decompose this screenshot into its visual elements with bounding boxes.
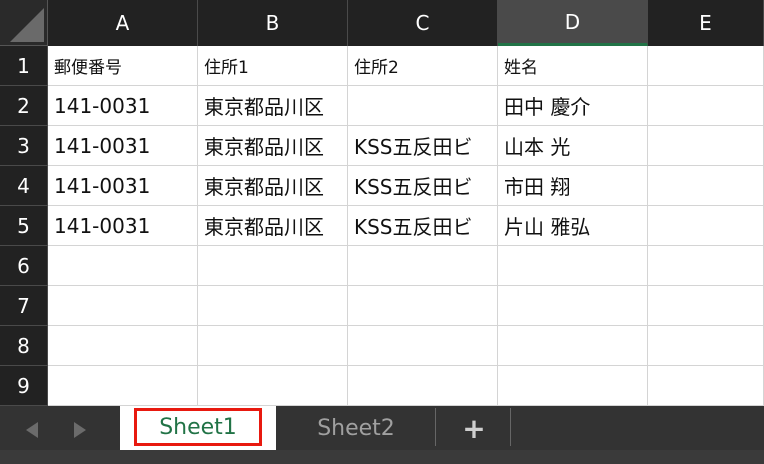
cell-a4[interactable]: 141-0031 — [48, 166, 198, 206]
cell-c3[interactable]: KSS五反田ビ — [348, 126, 498, 166]
cell-b2[interactable]: 東京都品川区 — [198, 86, 348, 126]
cell-e6[interactable] — [648, 246, 764, 286]
sheet-tab-bar: Sheet1 Sheet2 + — [0, 406, 764, 450]
cell-e2[interactable] — [648, 86, 764, 126]
cell-d3[interactable]: 山本 光 — [498, 126, 648, 166]
add-sheet-button[interactable]: + — [438, 406, 510, 450]
cell-b3[interactable]: 東京都品川区 — [198, 126, 348, 166]
cell-d1[interactable]: 姓名 — [498, 46, 648, 86]
cell-c7[interactable] — [348, 286, 498, 326]
tab-sheet2[interactable]: Sheet2 — [277, 406, 435, 450]
tab-sheet1[interactable]: Sheet1 — [120, 406, 276, 450]
cell-a7[interactable] — [48, 286, 198, 326]
cell-e9[interactable] — [648, 366, 764, 406]
column-header-e[interactable]: E — [648, 0, 764, 46]
row-header-5[interactable]: 5 — [0, 206, 48, 246]
column-header-a[interactable]: A — [48, 0, 198, 46]
cell-e7[interactable] — [648, 286, 764, 326]
tab-sheet1-label: Sheet1 — [134, 408, 262, 446]
cell-e1[interactable] — [648, 46, 764, 86]
scroll-tabs-right-icon[interactable] — [74, 422, 86, 438]
cell-d5[interactable]: 片山 雅弘 — [498, 206, 648, 246]
cell-a1[interactable]: 郵便番号 — [48, 46, 198, 86]
cell-d4[interactable]: 市田 翔 — [498, 166, 648, 206]
cell-c5[interactable]: KSS五反田ビ — [348, 206, 498, 246]
cell-a8[interactable] — [48, 326, 198, 366]
cell-c1[interactable]: 住所2 — [348, 46, 498, 86]
cell-b8[interactable] — [198, 326, 348, 366]
cell-b9[interactable] — [198, 366, 348, 406]
cell-c4[interactable]: KSS五反田ビ — [348, 166, 498, 206]
select-all-corner[interactable] — [0, 0, 48, 46]
row-header-1[interactable]: 1 — [0, 46, 48, 86]
status-strip — [0, 450, 764, 464]
row-header-2[interactable]: 2 — [0, 86, 48, 126]
row-header-8[interactable]: 8 — [0, 326, 48, 366]
cell-b7[interactable] — [198, 286, 348, 326]
cell-d8[interactable] — [498, 326, 648, 366]
cell-c9[interactable] — [348, 366, 498, 406]
cell-b6[interactable] — [198, 246, 348, 286]
cell-c8[interactable] — [348, 326, 498, 366]
cell-a6[interactable] — [48, 246, 198, 286]
cell-d7[interactable] — [498, 286, 648, 326]
row-header-7[interactable]: 7 — [0, 286, 48, 326]
cell-d6[interactable] — [498, 246, 648, 286]
cell-d2[interactable]: 田中 慶介 — [498, 86, 648, 126]
cell-a9[interactable] — [48, 366, 198, 406]
cell-e4[interactable] — [648, 166, 764, 206]
cell-e5[interactable] — [648, 206, 764, 246]
scroll-tabs-left-icon[interactable] — [26, 422, 38, 438]
cell-a5[interactable]: 141-0031 — [48, 206, 198, 246]
cell-b1[interactable]: 住所1 — [198, 46, 348, 86]
column-header-b[interactable]: B — [198, 0, 348, 46]
cell-c2[interactable] — [348, 86, 498, 126]
tab-divider — [510, 408, 511, 446]
cell-e8[interactable] — [648, 326, 764, 366]
cell-a3[interactable]: 141-0031 — [48, 126, 198, 166]
cell-e3[interactable] — [648, 126, 764, 166]
row-header-9[interactable]: 9 — [0, 366, 48, 406]
cell-b5[interactable]: 東京都品川区 — [198, 206, 348, 246]
row-header-3[interactable]: 3 — [0, 126, 48, 166]
spreadsheet-grid: ABCDE 1 郵便番号 住所1 住所2 姓名 2 141-0031 東京都品川区 田中 慶介 3… — [0, 0, 764, 406]
column-header-c[interactable]: C — [348, 0, 498, 46]
cell-c6[interactable] — [348, 246, 498, 286]
select-all-triangle-icon — [10, 8, 44, 42]
cell-b4[interactable]: 東京都品川区 — [198, 166, 348, 206]
row-header-4[interactable]: 4 — [0, 166, 48, 206]
tab-divider — [435, 408, 436, 446]
cell-a2[interactable]: 141-0031 — [48, 86, 198, 126]
cell-d9[interactable] — [498, 366, 648, 406]
column-header-d[interactable]: D — [498, 0, 648, 46]
row-header-6[interactable]: 6 — [0, 246, 48, 286]
